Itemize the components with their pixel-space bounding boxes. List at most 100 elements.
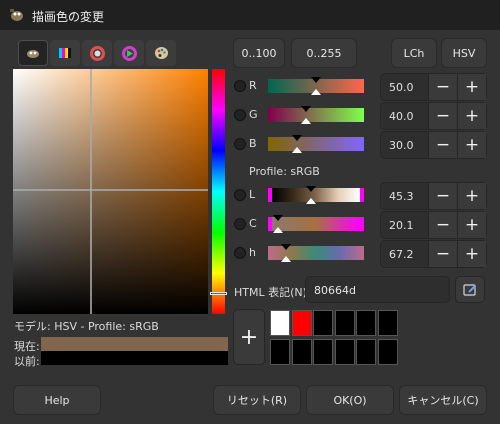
decrement-button[interactable]: − (428, 103, 457, 129)
channel-label-C: C (249, 217, 257, 230)
range-0-100-button[interactable]: 0..100 (233, 38, 285, 68)
cmyk-icon (59, 48, 71, 58)
html-notation-input[interactable]: 80664d (305, 276, 450, 303)
triangle-wheel-icon (121, 45, 137, 61)
channel-slider-C[interactable] (268, 215, 364, 233)
channel-slider-B[interactable] (268, 135, 364, 153)
add-to-history-button[interactable]: + (233, 309, 265, 365)
model-label: モデル: HSV - Profile: sRGB (14, 320, 159, 333)
channel-radio-L[interactable] (234, 189, 246, 201)
increment-button[interactable]: + (457, 183, 486, 209)
gimp-scales-icon (27, 50, 39, 58)
history-swatch[interactable] (377, 310, 398, 336)
crosshair-vertical (90, 69, 92, 314)
history-swatch[interactable] (291, 339, 312, 365)
hue-marker[interactable] (210, 292, 227, 295)
history-swatch[interactable] (291, 310, 312, 336)
crosshair-horizontal (13, 189, 208, 191)
slider-marker-top[interactable] (292, 135, 302, 141)
slider-marker-top[interactable] (306, 186, 316, 192)
slider-marker-bottom[interactable] (292, 147, 302, 153)
channel-slider-L[interactable] (268, 186, 364, 204)
decrement-button[interactable]: − (428, 241, 457, 267)
history-swatch[interactable] (356, 339, 376, 365)
channel-spin-G[interactable]: 40.0 − + (380, 102, 487, 130)
channel-radio-B[interactable] (234, 138, 246, 150)
channel-label-R: R (249, 79, 257, 92)
tab-gimp-selector[interactable] (18, 40, 48, 66)
decrement-button[interactable]: − (428, 74, 457, 100)
tab-triangle-wheel[interactable] (114, 40, 144, 66)
increment-button[interactable]: + (457, 103, 486, 129)
tab-color-wheel[interactable] (82, 40, 112, 66)
channel-value[interactable]: 45.3 (389, 190, 414, 203)
color-wheel-icon (89, 45, 105, 61)
history-swatch[interactable] (270, 310, 290, 336)
channel-label-B: B (249, 137, 257, 150)
history-swatch[interactable] (377, 339, 398, 365)
ok-button[interactable]: OK(O) (306, 385, 394, 415)
gimp-icon (10, 9, 23, 21)
channel-spin-h[interactable]: 67.2 − + (380, 240, 487, 268)
html-notation-value: 80664d (314, 284, 356, 297)
increment-button[interactable]: + (457, 74, 486, 100)
channel-spin-B[interactable]: 30.0 − + (380, 131, 487, 159)
decrement-button[interactable]: − (428, 212, 457, 238)
tab-palette[interactable] (146, 40, 176, 66)
range-0-255-button[interactable]: 0..255 (291, 38, 357, 68)
channel-slider-G[interactable] (268, 106, 364, 124)
hsv-button[interactable]: HSV (441, 38, 487, 68)
slider-marker-top[interactable] (281, 244, 291, 250)
channel-label-G: G (249, 108, 258, 121)
slider-marker-bottom[interactable] (311, 89, 321, 95)
history-swatch[interactable] (334, 339, 355, 365)
slider-marker-top[interactable] (273, 215, 283, 221)
channel-value[interactable]: 67.2 (389, 248, 414, 261)
slider-track (268, 108, 364, 122)
lch-button[interactable]: LCh (391, 38, 437, 68)
channel-value[interactable]: 30.0 (389, 139, 414, 152)
slider-marker-bottom[interactable] (306, 198, 316, 204)
history-swatch[interactable] (270, 339, 290, 365)
channel-slider-R[interactable] (268, 77, 364, 95)
channel-radio-G[interactable] (234, 109, 246, 121)
help-button[interactable]: Help (13, 385, 101, 415)
decrement-button[interactable]: − (428, 183, 457, 209)
cancel-button[interactable]: キャンセル(C) (399, 385, 487, 415)
channel-radio-R[interactable] (234, 80, 246, 92)
reset-button[interactable]: リセット(R) (213, 385, 301, 415)
increment-button[interactable]: + (457, 212, 486, 238)
channel-spin-L[interactable]: 45.3 − + (380, 182, 487, 210)
tab-cmyk[interactable] (50, 40, 80, 66)
decrement-button[interactable]: − (428, 132, 457, 158)
channel-label-h: h (249, 246, 256, 259)
profile-label: Profile: sRGB (249, 165, 320, 178)
previous-label: 以前: (14, 355, 40, 368)
current-color-swatch (41, 337, 228, 351)
history-swatch[interactable] (334, 310, 355, 336)
channel-slider-h[interactable] (268, 244, 364, 262)
slider-track (268, 188, 364, 202)
slider-marker-bottom[interactable] (281, 256, 291, 262)
history-swatch[interactable] (313, 310, 333, 336)
slider-marker-bottom[interactable] (273, 227, 283, 233)
hue-strip[interactable] (212, 69, 225, 314)
channel-radio-h[interactable] (234, 247, 246, 259)
history-swatch[interactable] (313, 339, 333, 365)
slider-track (268, 137, 364, 151)
channel-value[interactable]: 40.0 (389, 110, 414, 123)
channel-spin-R[interactable]: 50.0 − + (380, 73, 487, 101)
slider-marker-top[interactable] (311, 77, 321, 83)
channel-value[interactable]: 50.0 (389, 81, 414, 94)
palette-icon (154, 47, 168, 59)
channel-value[interactable]: 20.1 (389, 219, 414, 232)
slider-marker-bottom[interactable] (301, 118, 311, 124)
history-swatch[interactable] (356, 310, 376, 336)
saturation-value-field[interactable] (13, 69, 208, 314)
channel-spin-C[interactable]: 20.1 − + (380, 211, 487, 239)
increment-button[interactable]: + (457, 132, 486, 158)
increment-button[interactable]: + (457, 241, 486, 267)
channel-radio-C[interactable] (234, 218, 246, 230)
slider-marker-top[interactable] (301, 106, 311, 112)
color-picker-button[interactable] (455, 276, 485, 303)
